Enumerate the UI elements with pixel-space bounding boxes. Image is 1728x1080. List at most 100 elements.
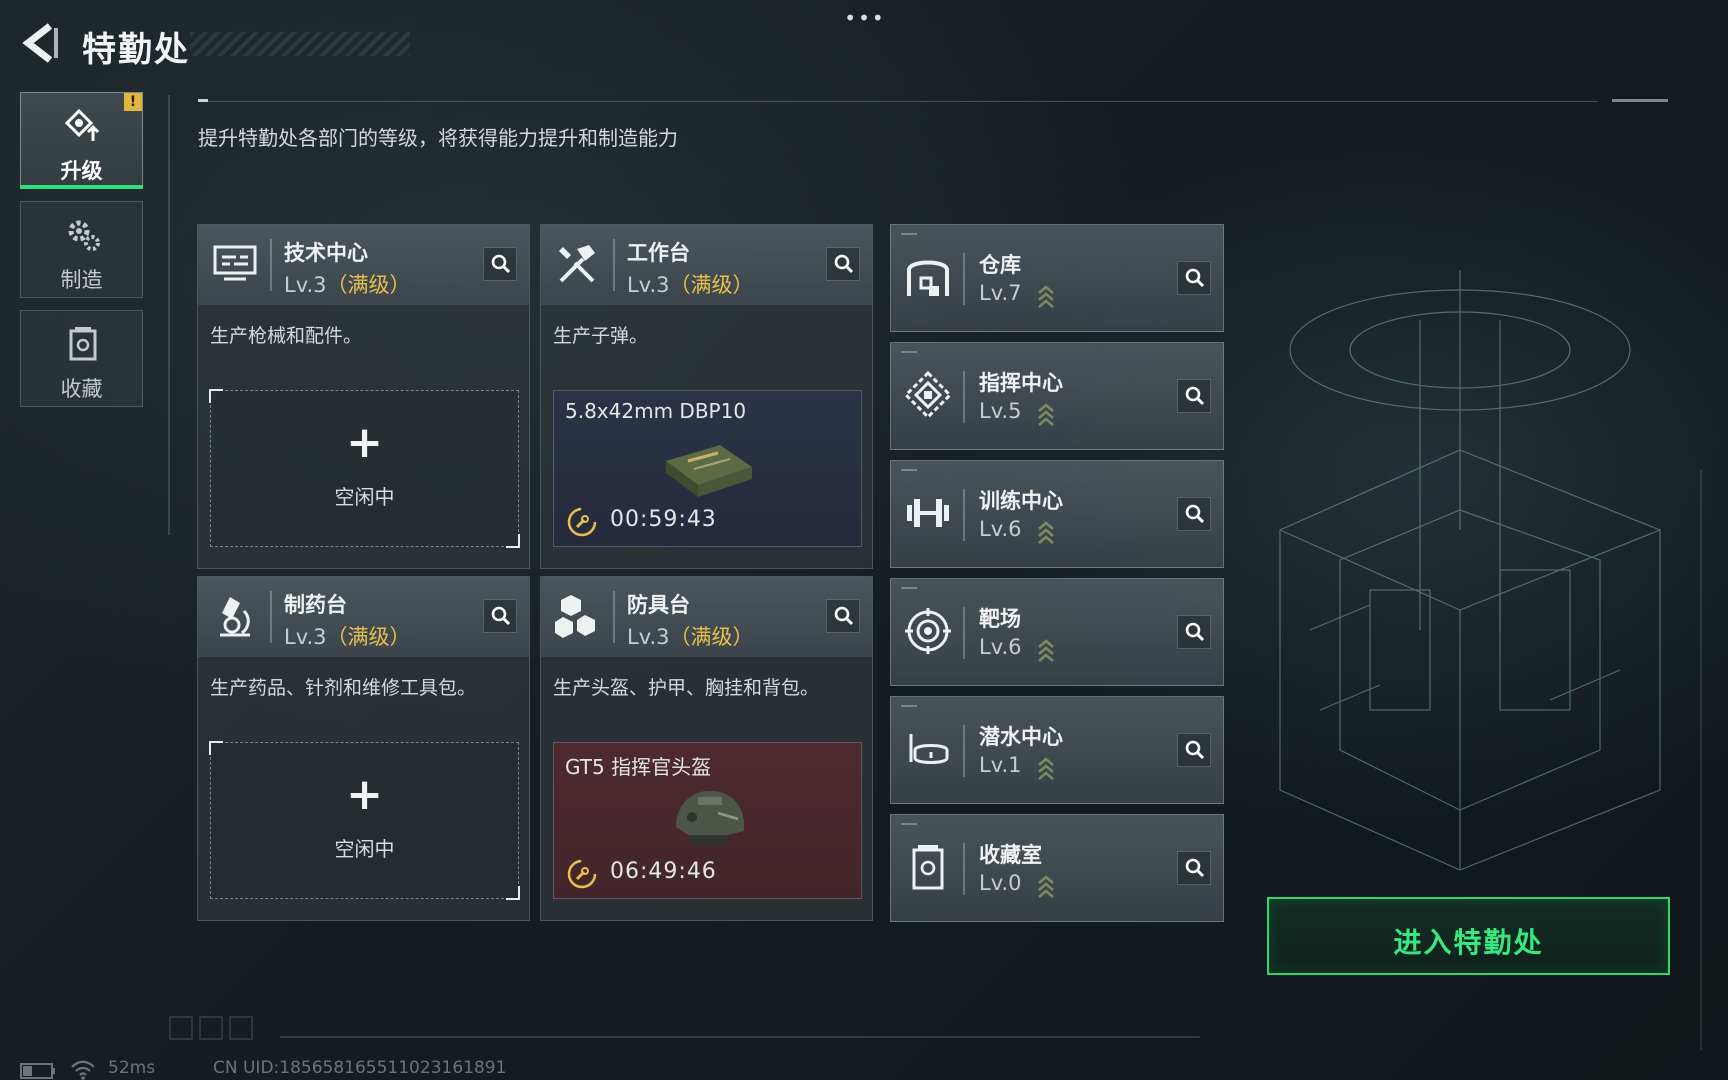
network-ping: 52ms <box>108 1058 156 1078</box>
facility-name: 收藏室 <box>979 843 1042 867</box>
production-slot-idle[interactable]: + 空闲中 <box>209 741 520 900</box>
search-icon <box>834 606 854 626</box>
facility-level: Lv.1 <box>979 753 1022 777</box>
facility-row-training-center[interactable]: 训练中心 Lv.6 <box>890 460 1224 568</box>
row-ticks <box>901 823 917 828</box>
enter-base-button[interactable]: 进入特勤处 <box>1267 897 1670 975</box>
header-separator <box>270 239 272 291</box>
facility-row-diving-center[interactable]: 潜水中心 Lv.1 <box>890 696 1224 804</box>
crafting-item-name: GT5 指挥官头盔 <box>565 755 712 779</box>
slot-corner <box>506 886 520 900</box>
armor-bench-icon <box>555 595 595 638</box>
tab-craft[interactable]: 制造 <box>20 201 143 298</box>
facility-name: 潜水中心 <box>979 725 1063 749</box>
enter-base-label: 进入特勤处 <box>1393 926 1544 959</box>
workshop-name: 工作台 <box>627 241 690 265</box>
back-button[interactable] <box>18 20 62 66</box>
row-separator <box>963 843 965 895</box>
facility-row-command-center[interactable]: 指挥中心 Lv.5 <box>890 342 1224 450</box>
slot-corner <box>209 741 223 755</box>
facility-row-collection-room[interactable]: 收藏室 Lv.0 <box>890 814 1224 922</box>
active-tab-indicator <box>20 185 143 189</box>
inspect-button[interactable] <box>826 247 860 281</box>
row-ticks <box>901 351 917 356</box>
target-range-icon <box>905 608 951 654</box>
level-value: Lv.3 <box>284 625 327 649</box>
workshop-description: 生产子弹。 <box>553 325 649 347</box>
wifi-icon <box>71 1060 95 1080</box>
production-slot-busy[interactable]: GT5 指挥官头盔 06:49:46 <box>553 742 862 899</box>
production-slot-busy[interactable]: 5.8x42mm DBP10 00:59:43 <box>553 390 862 547</box>
facility-level: Lv.6 <box>979 517 1022 541</box>
level-value: Lv.3 <box>284 273 327 297</box>
craft-gears-icon <box>68 220 100 251</box>
alert-badge: ! <box>124 93 142 111</box>
upgrade-description: 提升特勤处各部门的等级，将获得能力提升和制造能力 <box>198 126 678 150</box>
card-header: 技术中心 Lv.3（满级） <box>198 225 529 305</box>
search-icon <box>834 254 854 274</box>
row-ticks <box>901 233 917 238</box>
search-icon <box>1185 740 1205 760</box>
add-icon: + <box>346 769 383 820</box>
facility-row-target-range[interactable]: 靶场 Lv.6 <box>890 578 1224 686</box>
slot-status: 空闲中 <box>334 837 395 861</box>
bottom-corner-marks <box>169 1016 253 1040</box>
inspect-button[interactable] <box>483 599 517 633</box>
upgrade-chevron-icon <box>1038 875 1054 898</box>
upgrade-chevron-icon <box>1038 639 1054 662</box>
inspect-button[interactable] <box>1177 379 1211 413</box>
diving-mask-icon <box>909 734 949 764</box>
inspect-button[interactable] <box>1177 261 1211 295</box>
search-icon <box>1185 504 1205 524</box>
tab-collection[interactable]: 收藏 <box>20 310 143 407</box>
workshop-card-pharmacy: 制药台 Lv.3（满级） 生产药品、针剂和维修工具包。 + 空闲中 <box>197 576 530 921</box>
timer-wrench-icon <box>567 507 597 537</box>
inspect-button[interactable] <box>483 247 517 281</box>
title-stripes <box>190 32 410 56</box>
workshop-description: 生产枪械和配件。 <box>210 325 363 347</box>
facility-name: 训练中心 <box>979 489 1063 513</box>
level-value: Lv.3 <box>627 273 670 297</box>
row-separator <box>963 253 965 305</box>
helmet-icon <box>676 790 745 845</box>
inspect-button[interactable] <box>1177 497 1211 531</box>
workbench-hammer-icon <box>559 245 595 283</box>
search-icon <box>1185 386 1205 406</box>
collection-icon <box>69 327 97 361</box>
inspect-button[interactable] <box>826 599 860 633</box>
facility-level: Lv.7 <box>979 281 1022 305</box>
bottom-rule <box>280 1036 1200 1038</box>
row-ticks <box>901 587 917 592</box>
production-slot-idle[interactable]: + 空闲中 <box>209 389 520 548</box>
facility-level: Lv.5 <box>979 399 1022 423</box>
facility-row-warehouse[interactable]: 仓库 Lv.7 <box>890 224 1224 332</box>
workshop-card-tech-center: 技术中心 Lv.3（满级） 生产枪械和配件。 + 空闲中 <box>197 224 530 569</box>
workshop-name: 制药台 <box>284 593 347 617</box>
base-blueprint-art <box>1279 270 1661 871</box>
card-header: 工作台 Lv.3（满级） <box>541 225 872 305</box>
right-edge-line <box>1700 470 1702 1050</box>
inspect-button[interactable] <box>1177 851 1211 885</box>
row-separator <box>963 371 965 423</box>
crafting-item-name: 5.8x42mm DBP10 <box>565 399 747 423</box>
level-value: Lv.3 <box>627 625 670 649</box>
inspect-button[interactable] <box>1177 733 1211 767</box>
ammo-box-icon <box>666 445 752 497</box>
slot-status: 空闲中 <box>334 485 395 509</box>
crafting-timer: 06:49:46 <box>610 859 717 884</box>
maxed-tag: （满级） <box>326 625 411 649</box>
inspect-button[interactable] <box>1177 615 1211 649</box>
tech-center-icon <box>213 245 257 281</box>
maxed-tag: （满级） <box>326 273 411 297</box>
header-rule <box>198 101 1598 102</box>
row-separator <box>963 489 965 541</box>
row-separator <box>963 725 965 777</box>
add-icon: + <box>346 417 383 468</box>
workshop-level: Lv.3（满级） <box>284 269 411 299</box>
page-title: 特勤处 <box>82 30 190 70</box>
search-icon <box>491 606 511 626</box>
tab-upgrade[interactable]: 升级 ! <box>20 92 143 189</box>
more-options-button[interactable]: ••• <box>840 6 890 30</box>
upgrade-chevron-icon <box>1038 285 1054 308</box>
collection-room-icon <box>912 845 944 890</box>
